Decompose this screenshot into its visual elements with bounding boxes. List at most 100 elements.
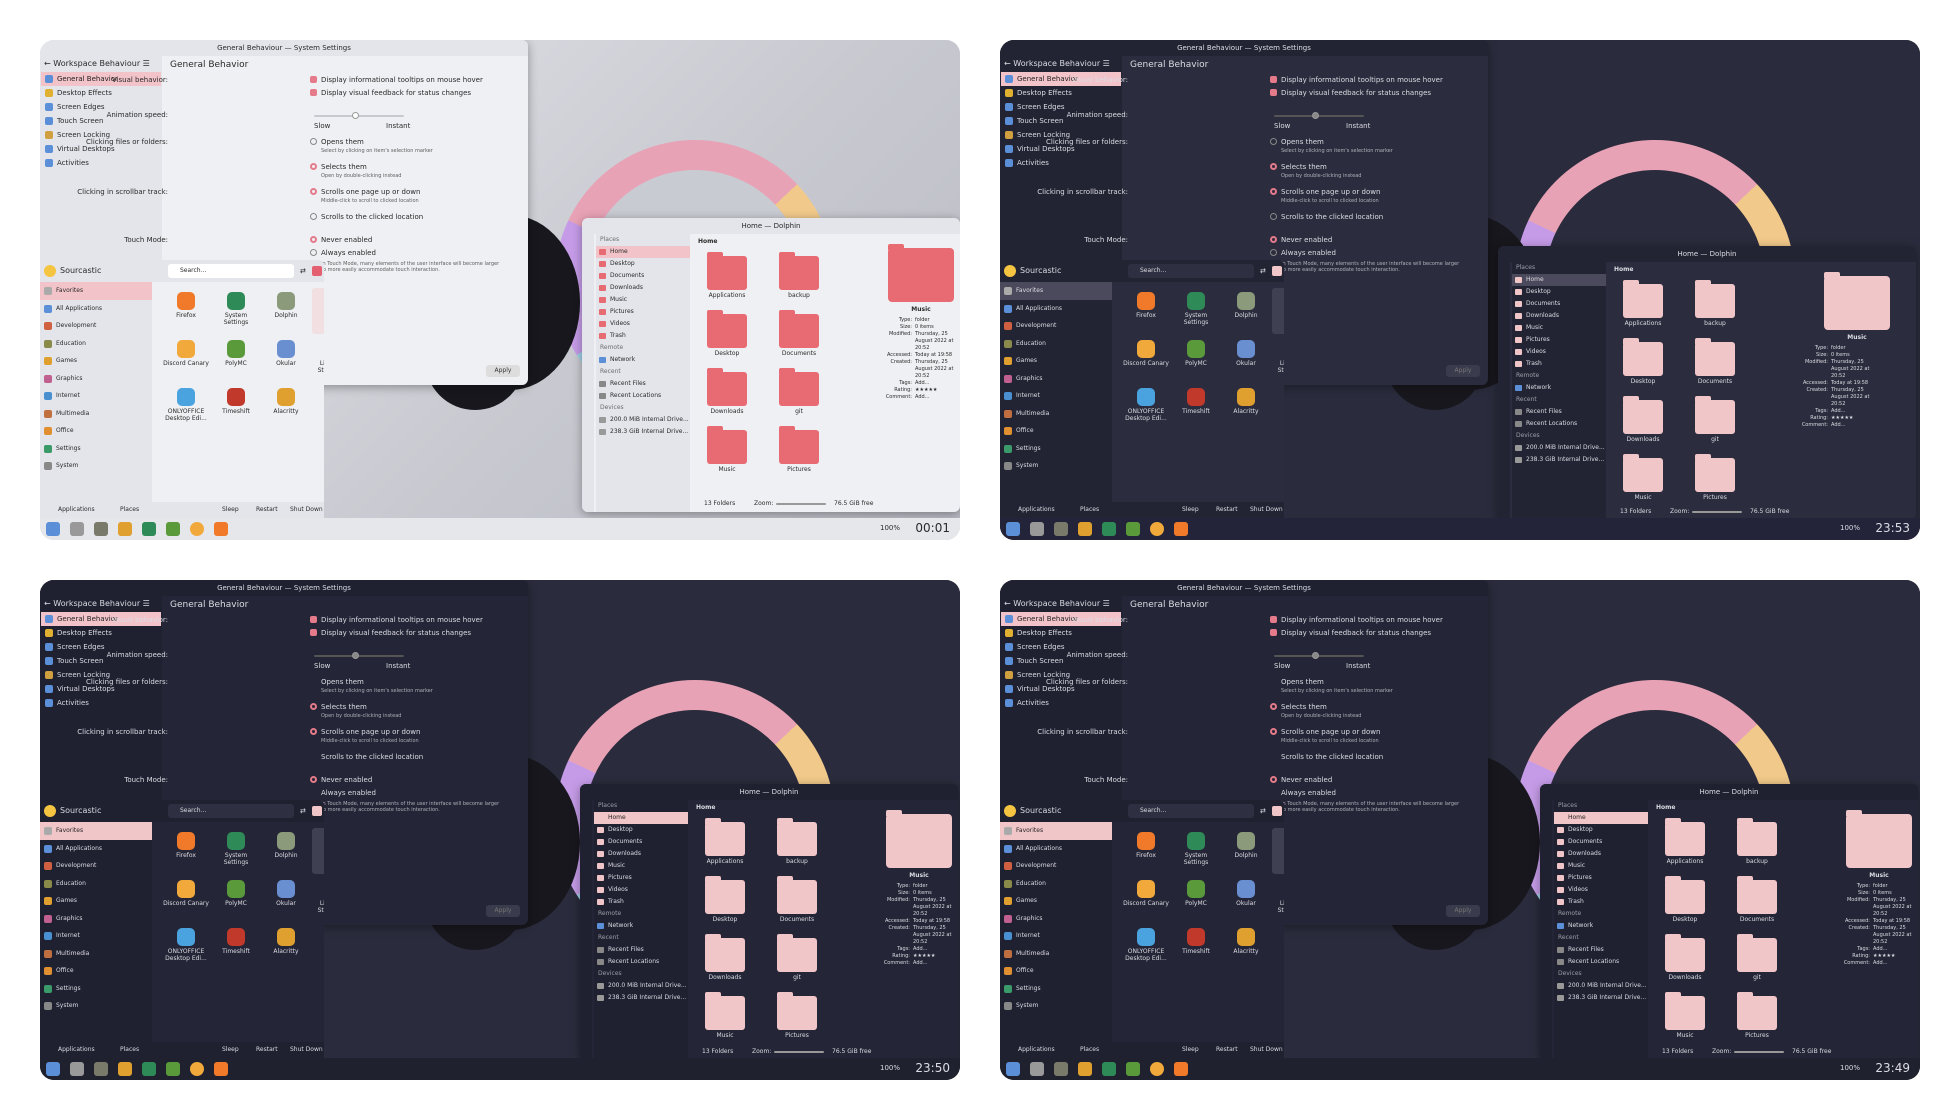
launcher-category[interactable]: Favorites — [1000, 282, 1112, 300]
places-item[interactable]: Trash — [594, 896, 688, 908]
launcher-category[interactable]: Development — [1000, 317, 1112, 335]
restart-button[interactable]: Restart — [256, 502, 278, 518]
radio-button[interactable] — [1270, 188, 1277, 195]
launcher-category[interactable]: Office — [1000, 962, 1112, 980]
applications-tab[interactable]: Applications — [1018, 502, 1055, 518]
pager-icon[interactable] — [70, 1062, 84, 1076]
breadcrumb[interactable]: Home — [1614, 266, 1633, 273]
places-item[interactable]: Pictures — [596, 306, 690, 318]
sidebar-item[interactable]: Desktop Effects — [41, 626, 161, 640]
feedback-checkbox[interactable]: Display visual feedback for status chang… — [310, 89, 471, 97]
launcher-category[interactable]: All Applications — [40, 840, 152, 858]
folder-item[interactable]: Music — [1658, 992, 1712, 1048]
launcher-category[interactable]: Education — [1000, 335, 1112, 353]
app-icon-tile[interactable]: ONLYOFFICE Desktop Edi... — [162, 924, 210, 970]
places-item[interactable]: Downloads — [596, 282, 690, 294]
application-launcher-icon[interactable] — [1006, 522, 1020, 536]
selects-radio[interactable]: Selects them — [1270, 163, 1327, 171]
launcher-category[interactable]: All Applications — [40, 300, 152, 318]
launcher-category[interactable]: System — [40, 997, 152, 1015]
launcher-category[interactable]: Games — [1000, 352, 1112, 370]
launcher-category[interactable]: Games — [40, 892, 152, 910]
places-item[interactable]: Downloads — [594, 848, 688, 860]
places-item[interactable]: Home — [1554, 812, 1648, 824]
back-button[interactable]: ← Workspace Behaviour ☰ — [1000, 56, 1122, 72]
places-item[interactable]: Videos — [594, 884, 688, 896]
places-item[interactable]: Trash — [1554, 896, 1648, 908]
places-item[interactable]: Recent Locations — [594, 956, 688, 968]
folder-item[interactable]: Desktop — [1616, 338, 1670, 394]
places-tab[interactable]: Places — [1080, 502, 1099, 518]
restart-button[interactable]: Restart — [1216, 1042, 1238, 1058]
tooltips-checkbox[interactable]: Display informational tooltips on mouse … — [1270, 616, 1443, 624]
hamburger-menu-icon[interactable]: ☰ — [140, 599, 150, 608]
app-icon-tile[interactable]: KWrite — [1272, 828, 1284, 874]
places-tab[interactable]: Places — [120, 1042, 139, 1058]
places-tab[interactable]: Places — [120, 502, 139, 518]
touch-never-radio[interactable]: Never enabled — [310, 236, 372, 244]
app-icon-tile[interactable]: Firefox — [162, 288, 210, 334]
radio-button[interactable] — [310, 728, 317, 735]
dolphin-task-icon[interactable] — [1054, 1062, 1068, 1076]
app-icon-tile[interactable]: Okular — [1222, 876, 1270, 922]
slider-handle[interactable] — [1312, 112, 1319, 119]
radio-button[interactable] — [310, 138, 317, 145]
places-item[interactable]: Desktop — [1554, 824, 1648, 836]
places-item[interactable]: Trash — [596, 330, 690, 342]
folder-item[interactable]: Desktop — [698, 876, 752, 932]
back-button[interactable]: ← Workspace Behaviour ☰ — [40, 596, 162, 612]
launcher-category[interactable]: System — [1000, 997, 1112, 1015]
search-input[interactable]: Search... — [1128, 804, 1254, 818]
launcher-category[interactable]: Multimedia — [1000, 405, 1112, 423]
system-settings-task-icon[interactable] — [1102, 522, 1116, 536]
applications-tab[interactable]: Applications — [58, 1042, 95, 1058]
polymc-task-icon[interactable] — [166, 522, 180, 536]
app-icon-tile[interactable]: Okular — [262, 336, 310, 382]
zoom-slider[interactable] — [1692, 511, 1742, 513]
places-item[interactable]: 200.0 MiB Internal Drive... — [1554, 980, 1648, 992]
folder-item[interactable]: Music — [700, 426, 754, 482]
dolphin-task-icon[interactable] — [94, 1062, 108, 1076]
application-launcher-icon[interactable] — [1006, 1062, 1020, 1076]
places-item[interactable]: Recent Locations — [1554, 956, 1648, 968]
launcher-category[interactable]: System — [1000, 457, 1112, 475]
clock[interactable]: 00:01 — [915, 521, 950, 535]
radio-button[interactable] — [310, 249, 317, 256]
dolphin-task-icon[interactable] — [1054, 522, 1068, 536]
slider-handle[interactable] — [352, 112, 359, 119]
places-item[interactable]: Downloads — [1554, 848, 1648, 860]
animation-speed-slider[interactable] — [314, 652, 404, 659]
folder-item[interactable]: git — [1730, 934, 1784, 990]
app-icon-tile[interactable]: KWrite — [312, 828, 324, 874]
radio-button[interactable] — [1270, 138, 1277, 145]
folder-item[interactable]: Applications — [698, 818, 752, 874]
restart-button[interactable]: Restart — [1216, 502, 1238, 518]
tooltips-checkbox[interactable]: Display informational tooltips on mouse … — [310, 616, 483, 624]
alacritty-task-icon[interactable] — [118, 522, 132, 536]
opens-radio[interactable]: Opens them — [1270, 678, 1324, 686]
radio-button[interactable] — [1270, 236, 1277, 243]
slider-handle[interactable] — [352, 652, 359, 659]
launcher-category[interactable]: Multimedia — [40, 405, 152, 423]
launcher-category[interactable]: Internet — [1000, 927, 1112, 945]
checkbox[interactable] — [310, 89, 317, 96]
clock[interactable]: 23:49 — [1875, 1061, 1910, 1075]
apply-button[interactable]: Apply — [486, 365, 520, 377]
radio-button[interactable] — [1270, 776, 1277, 783]
launcher-category[interactable]: Multimedia — [1000, 945, 1112, 963]
places-item[interactable]: 238.3 GiB Internal Drive... — [1512, 454, 1606, 466]
back-button[interactable]: ← Workspace Behaviour ☰ — [1000, 596, 1122, 612]
places-item[interactable]: Desktop — [596, 258, 690, 270]
places-item[interactable]: Documents — [594, 836, 688, 848]
places-item[interactable]: 238.3 GiB Internal Drive... — [594, 992, 688, 1004]
places-item[interactable]: Network — [596, 354, 690, 366]
touch-always-radio[interactable]: Always enabled — [1270, 249, 1336, 257]
app-icon-tile[interactable]: System Settings — [212, 288, 260, 334]
folder-item[interactable]: Pictures — [1730, 992, 1784, 1048]
tooltips-checkbox[interactable]: Display informational tooltips on mouse … — [310, 76, 483, 84]
feedback-checkbox[interactable]: Display visual feedback for status chang… — [1270, 89, 1431, 97]
radio-button[interactable] — [310, 188, 317, 195]
launcher-category[interactable]: Education — [1000, 875, 1112, 893]
app-icon-tile[interactable]: Firefox — [1122, 288, 1170, 334]
launcher-category[interactable]: Settings — [1000, 440, 1112, 458]
